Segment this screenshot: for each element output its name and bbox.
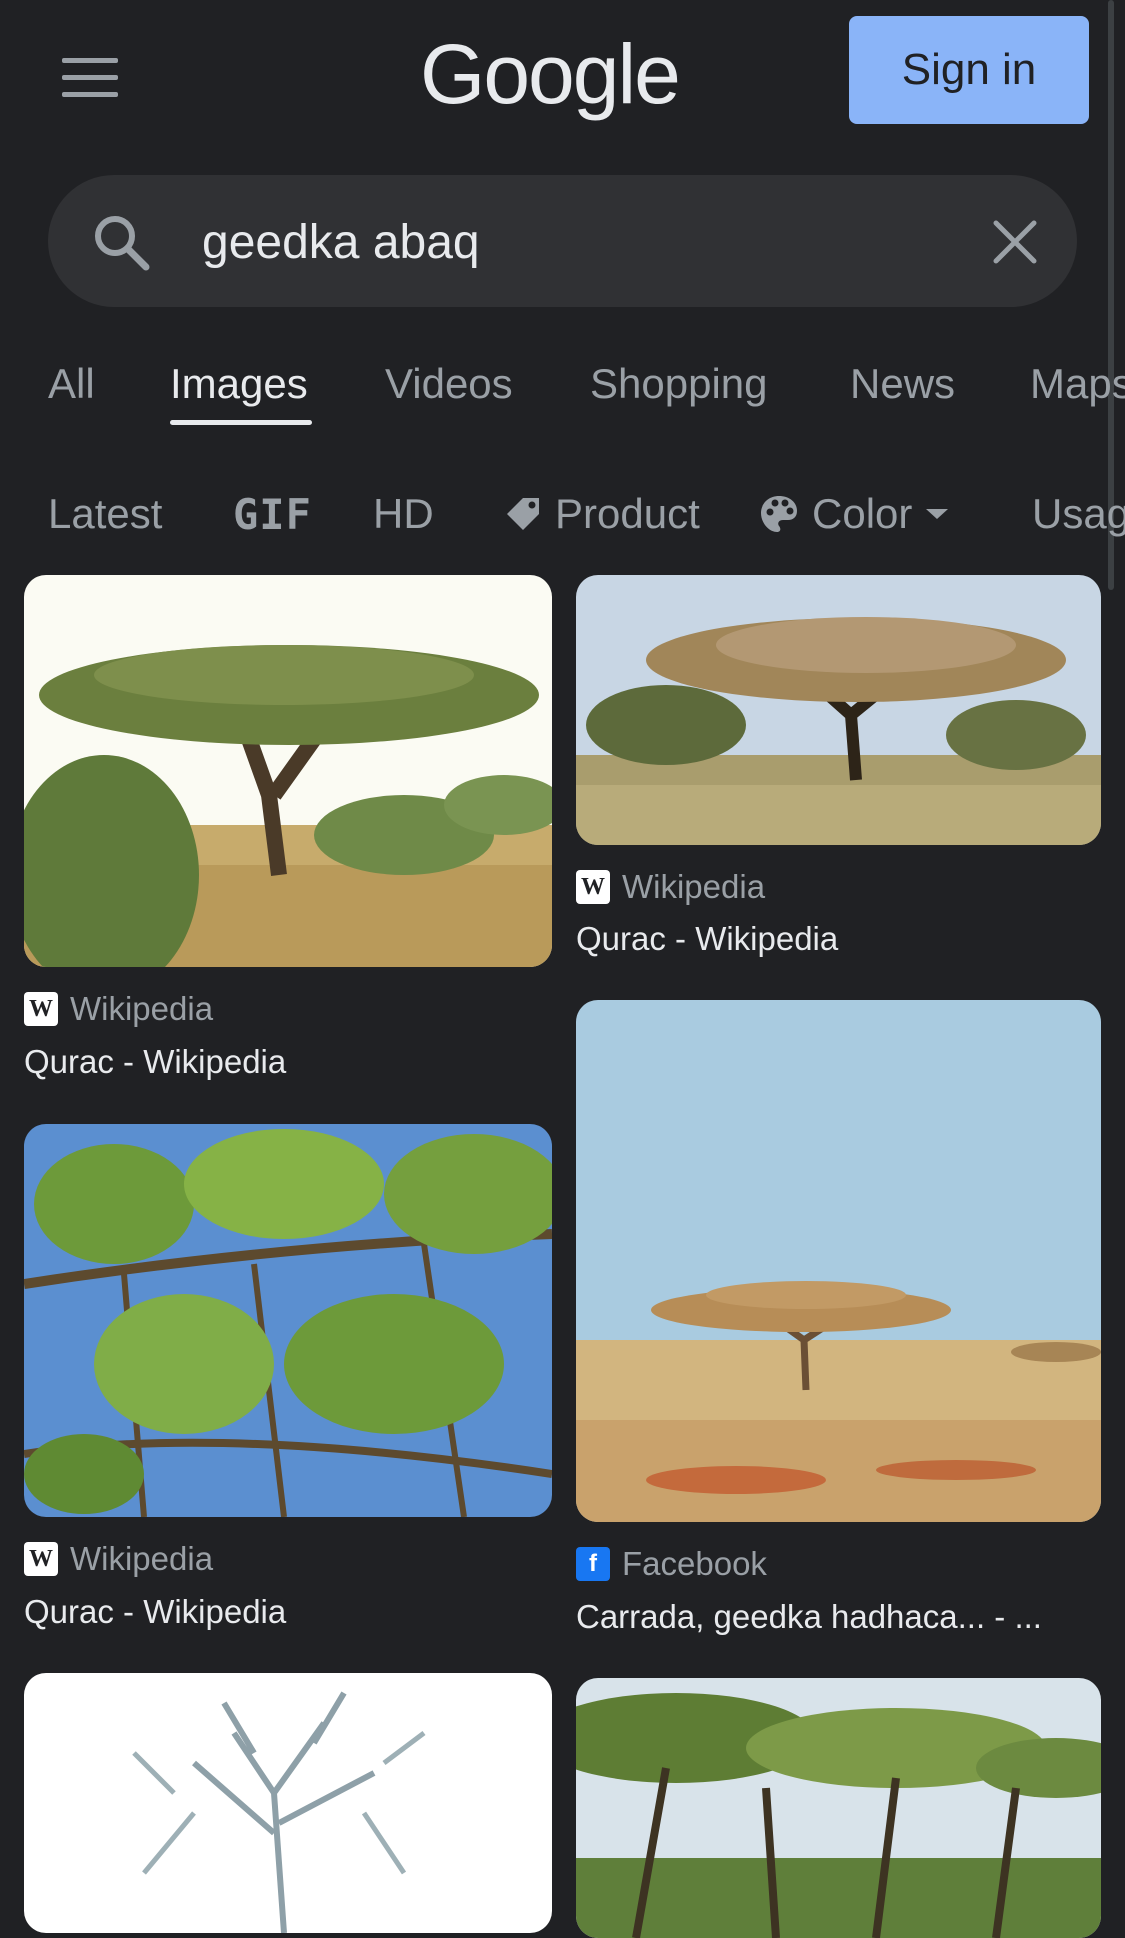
clear-search-icon[interactable] [990,217,1040,267]
wikipedia-icon: W [24,992,58,1026]
search-input[interactable] [200,205,964,279]
white-bush-image [24,1673,552,1933]
result-source-name: Wikipedia [622,868,766,905]
tab-videos[interactable]: Videos [385,360,513,408]
tab-images[interactable]: Images [170,360,308,408]
chip-label: Usage rights [1032,490,1125,537]
filter-chips: Latest GIF HD Product Color Usage rights [0,480,1125,550]
result-source[interactable]: f Facebook [576,1545,767,1583]
result-title[interactable]: Carrada, geedka hadhaca... - ... [576,1598,1106,1636]
result-title[interactable]: Qurac - Wikipedia [576,920,1106,958]
chip-label: HD [373,490,434,537]
chip-hd[interactable]: HD [373,490,434,538]
search-icon[interactable] [92,213,150,271]
chip-gif[interactable]: GIF [233,490,312,539]
chip-label: Product [555,490,700,537]
chip-label: Color [812,490,913,537]
google-logo[interactable]: Google [420,26,681,123]
result-image[interactable] [576,575,1101,845]
lone-acacia-image [576,1000,1101,1522]
palette-icon [761,496,797,532]
chip-usage-rights[interactable]: Usage rights [1032,490,1125,538]
chip-label: Latest [48,490,163,537]
tab-news[interactable]: News [850,360,955,408]
wikipedia-icon: W [576,870,610,904]
sign-in-button[interactable]: Sign in [849,16,1089,124]
result-source[interactable]: W Wikipedia [24,1540,213,1578]
chip-latest[interactable]: Latest [48,490,162,538]
result-source[interactable]: W Wikipedia [24,990,213,1028]
active-tab-indicator [170,420,312,425]
acacia-leaves-image [24,1124,552,1517]
result-source-name: Wikipedia [70,990,214,1027]
result-image[interactable] [576,1678,1101,1938]
acacia-wide-image [576,575,1101,845]
chip-label: GIF [233,490,312,539]
tab-maps[interactable]: Maps [1030,360,1125,408]
search-tabs: All Images Videos Shopping News Maps [0,350,1125,450]
wikipedia-icon: W [24,1542,58,1576]
result-title[interactable]: Qurac - Wikipedia [24,1593,554,1631]
hamburger-menu-icon[interactable] [62,58,118,98]
result-source-name: Facebook [622,1545,767,1582]
acacia-grove-image [576,1678,1101,1938]
result-title[interactable]: Qurac - Wikipedia [24,1043,554,1081]
result-source-name: Wikipedia [70,1540,214,1577]
result-image[interactable] [24,575,552,967]
result-image[interactable] [576,1000,1101,1522]
acacia-tree-image [24,575,552,967]
tab-shopping[interactable]: Shopping [590,360,768,408]
chip-color[interactable]: Color [758,490,950,538]
chip-product[interactable]: Product [503,490,700,538]
tab-all[interactable]: All [48,360,95,408]
result-image[interactable] [24,1124,552,1517]
result-source[interactable]: W Wikipedia [576,868,765,906]
tag-icon [507,498,539,530]
caret-down-icon [926,509,949,519]
result-image[interactable] [24,1673,552,1933]
facebook-icon: f [576,1547,610,1581]
